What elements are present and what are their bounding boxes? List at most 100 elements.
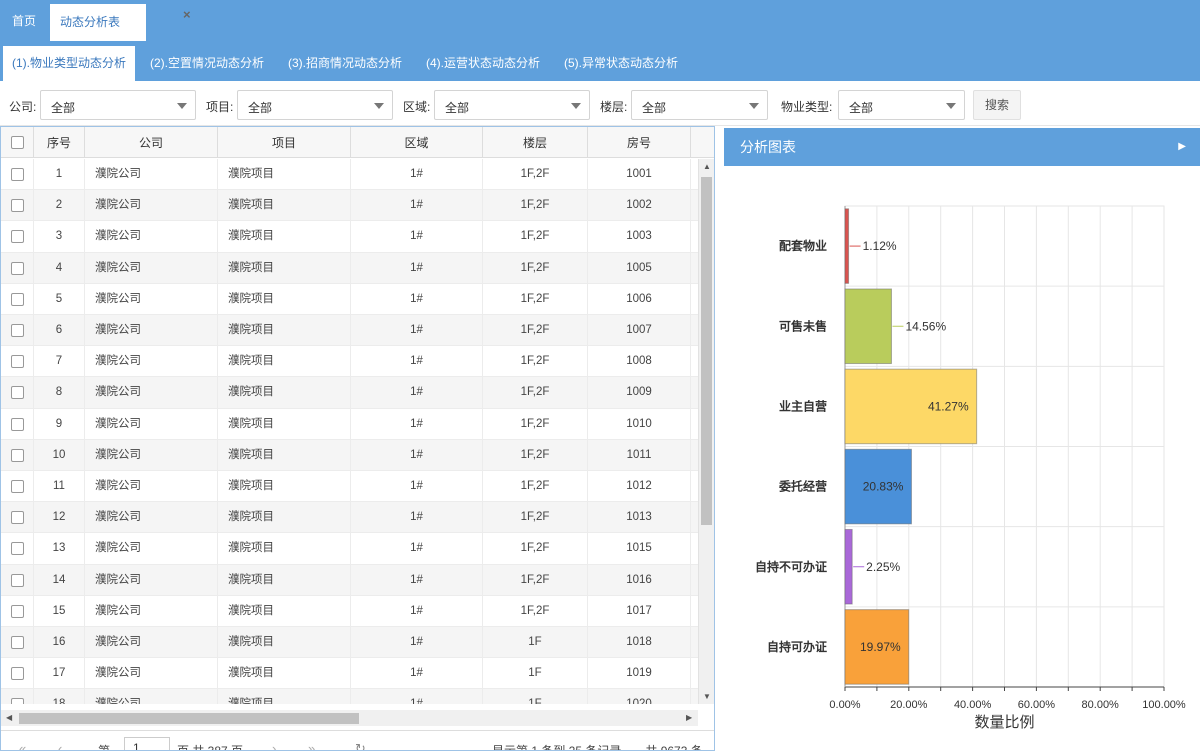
row-checkbox[interactable] — [11, 511, 24, 525]
property-type-select[interactable]: 全部 — [838, 90, 965, 120]
column-header-area[interactable]: 区域 — [351, 127, 483, 158]
table-row[interactable]: 10 濮院公司 濮院项目 1# 1F,2F 1011 — [1, 439, 698, 471]
row-select-cell — [1, 408, 34, 440]
scroll-up-icon[interactable]: ▲ — [703, 162, 711, 171]
cell-index: 18 — [34, 689, 85, 704]
subtab-exception[interactable]: (5).异常状态动态分析 — [555, 46, 687, 81]
scroll-right-icon[interactable]: ▶ — [686, 713, 692, 722]
row-checkbox[interactable] — [11, 168, 24, 181]
table-row[interactable]: 15 濮院公司 濮院项目 1# 1F,2F 1017 — [1, 595, 698, 627]
row-checkbox[interactable] — [11, 292, 24, 306]
subtab-operation[interactable]: (4).运营状态动态分析 — [417, 46, 549, 81]
column-header-index[interactable]: 序号 — [34, 127, 85, 158]
table-row[interactable]: 7 濮院公司 濮院项目 1# 1F,2F 1008 — [1, 346, 698, 378]
table-row[interactable]: 1 濮院公司 濮院项目 1# 1F,2F 1001 — [1, 159, 698, 191]
row-checkbox[interactable] — [11, 324, 24, 337]
table-row[interactable]: 3 濮院公司 濮院项目 1# 1F,2F 1003 — [1, 221, 698, 253]
row-checkbox[interactable] — [11, 604, 24, 618]
cell-floor: 1F,2F — [483, 502, 588, 534]
row-select-cell — [1, 502, 34, 534]
cell-room: 1002 — [588, 190, 691, 222]
x-tick-label: 80.00% — [1082, 699, 1120, 711]
table-row[interactable]: 18濮院公司濮院项目1#1F1020 — [1, 689, 698, 704]
table-row[interactable]: 2 濮院公司 濮院项目 1# 1F,2F 1002 — [1, 190, 698, 222]
scroll-left-icon[interactable]: ◀ — [6, 713, 12, 722]
table-row[interactable]: 5 濮院公司 濮院项目 1# 1F,2F 1006 — [1, 283, 698, 315]
row-checkbox[interactable] — [11, 199, 24, 213]
area-select[interactable]: 全部 — [434, 90, 590, 120]
row-checkbox[interactable] — [11, 480, 24, 493]
table-row[interactable]: 12 濮院公司 濮院项目 1# 1F,2F 1013 — [1, 502, 698, 534]
page-number-input[interactable]: 1 — [124, 737, 170, 750]
row-checkbox[interactable] — [11, 230, 24, 244]
row-checkbox[interactable] — [11, 698, 24, 704]
area-label: 区域: — [403, 100, 431, 114]
table-row[interactable]: 13 濮院公司 濮院项目 1# 1F,2F 1015 — [1, 533, 698, 565]
bar[interactable] — [844, 208, 850, 284]
tab-dynamic-analysis[interactable]: 动态分析表 × — [50, 4, 191, 41]
bar[interactable] — [844, 528, 853, 605]
first-page-icon[interactable]: « — [19, 741, 26, 750]
search-button[interactable]: 搜索 — [973, 90, 1021, 120]
row-checkbox[interactable] — [11, 261, 24, 275]
table-row[interactable]: 6 濮院公司 濮院项目 1# 1F,2F 1007 — [1, 315, 698, 347]
column-header-project[interactable]: 项目 — [218, 127, 351, 158]
cell-project: 濮院项目 — [218, 283, 351, 315]
project-select[interactable]: 全部 — [237, 90, 393, 120]
bar[interactable] — [844, 288, 892, 365]
cell-floor: 1F — [483, 689, 588, 704]
table-row[interactable]: 9 濮院公司 濮院项目 1# 1F,2F 1010 — [1, 408, 698, 440]
table-row[interactable]: 11 濮院公司 濮院项目 1# 1F,2F 1012 — [1, 471, 698, 503]
row-checkbox[interactable] — [11, 417, 24, 431]
row-select-cell — [1, 564, 34, 596]
row-checkbox[interactable] — [11, 542, 24, 556]
subtab-property-type[interactable]: (1).物业类型动态分析 — [3, 46, 136, 81]
cell-area: 1# — [351, 190, 483, 222]
table-row[interactable]: 14 濮院公司 濮院项目 1# 1F,2F 1016 — [1, 564, 698, 596]
cell-area: 1# — [351, 346, 483, 378]
column-header-company[interactable]: 公司 — [85, 127, 218, 158]
scroll-down-icon[interactable]: ▼ — [703, 692, 711, 701]
column-header-room[interactable]: 房号 — [588, 127, 691, 158]
table-row[interactable]: 16 濮院公司 濮院项目 1# 1F 1018 — [1, 627, 698, 659]
cell-index: 4 — [34, 252, 85, 284]
column-header-floor[interactable]: 楼层 — [483, 127, 588, 158]
chevron-right-icon[interactable]: ▶ — [1178, 128, 1186, 166]
row-checkbox[interactable] — [11, 573, 24, 587]
vertical-scrollbar[interactable]: ▲ ▼ — [698, 159, 714, 704]
row-checkbox[interactable] — [11, 667, 24, 681]
row-checkbox[interactable] — [11, 448, 24, 462]
select-all-checkbox[interactable] — [11, 136, 24, 149]
next-page-icon[interactable]: › — [272, 741, 276, 750]
close-icon[interactable]: × — [183, 8, 191, 21]
row-checkbox[interactable] — [11, 355, 24, 369]
floor-select[interactable]: 全部 — [631, 90, 768, 120]
row-checkbox[interactable] — [11, 636, 24, 649]
prev-page-icon[interactable]: ‹ — [58, 741, 62, 750]
cell-index: 1 — [34, 159, 85, 190]
row-select-cell — [1, 471, 34, 502]
refresh-icon[interactable]: ↻ — [355, 741, 366, 750]
project-select-value: 全部 — [248, 101, 273, 115]
horizontal-scroll-thumb[interactable] — [19, 713, 359, 724]
cell-room: 1007 — [588, 315, 691, 346]
value-label: 1.12% — [863, 239, 897, 253]
cell-index: 14 — [34, 564, 85, 596]
subtab-vacancy[interactable]: (2).空置情况动态分析 — [141, 46, 273, 81]
last-page-icon[interactable]: » — [308, 741, 315, 750]
table-row[interactable]: 17 濮院公司 濮院项目 1# 1F 1019 — [1, 658, 698, 690]
table-row[interactable]: 8 濮院公司 濮院项目 1# 1F,2F 1009 — [1, 377, 698, 409]
cell-project: 濮院项目 — [218, 408, 351, 440]
row-checkbox[interactable] — [11, 386, 24, 400]
row-select-cell — [1, 439, 34, 471]
table-row[interactable]: 4 濮院公司 濮院项目 1# 1F,2F 1005 — [1, 252, 698, 284]
cell-floor: 1F,2F — [483, 221, 588, 253]
row-select-cell — [1, 689, 34, 704]
subtab-leasing[interactable]: (3).招商情况动态分析 — [279, 46, 411, 81]
cell-room: 1019 — [588, 658, 691, 690]
cell-index: 16 — [34, 627, 85, 658]
tab-home[interactable]: 首页 — [12, 0, 36, 41]
company-select[interactable]: 全部 — [40, 90, 196, 120]
horizontal-scrollbar[interactable]: ◀ ▶ — [1, 710, 698, 726]
vertical-scroll-thumb[interactable] — [701, 177, 712, 525]
